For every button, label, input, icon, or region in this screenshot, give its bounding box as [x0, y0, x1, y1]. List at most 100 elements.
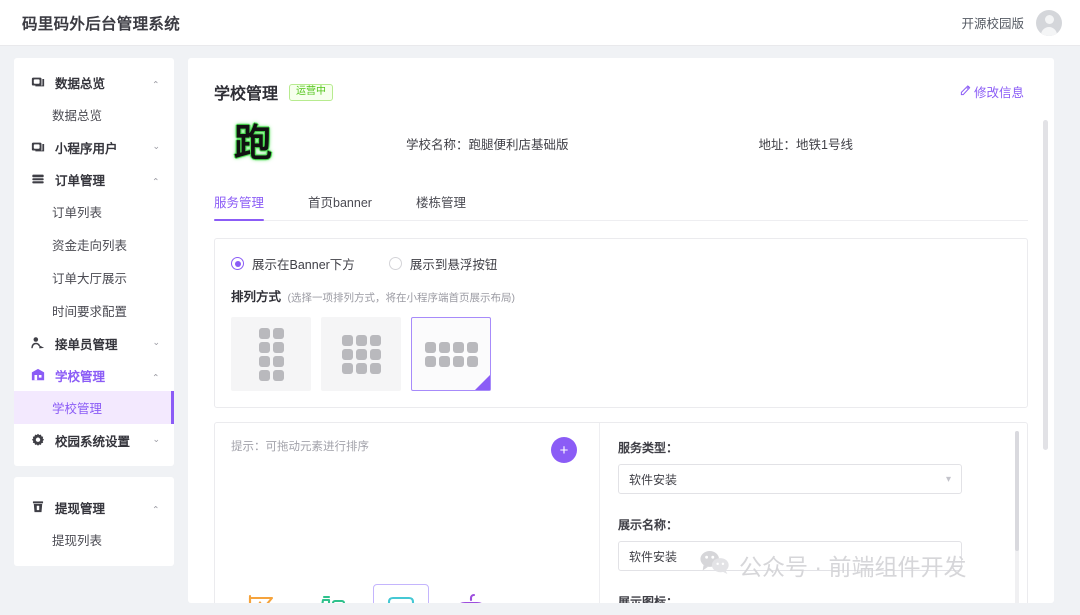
chevron-down-icon: ⌄: [152, 140, 160, 151]
service-form: 服务类型： 软件安装 ▾ 展示名称： 软件安装 展示图标：: [600, 423, 1027, 603]
drag-hint: 提示：可拖动元素进行排序: [231, 441, 369, 453]
flag-star-icon[interactable]: [233, 584, 289, 603]
sidebar-group-label: 学校管理: [55, 369, 106, 384]
display-name-label: 展示名称：: [618, 518, 679, 532]
sidebar-item-订单列表[interactable]: 订单列表: [14, 195, 174, 228]
sidebar-group-label: 订单管理: [55, 173, 106, 188]
page-title-row: 学校管理 运营中: [214, 80, 1028, 104]
sidebar-group: 数据总览 ⌄ 数据总览: [14, 66, 174, 131]
sidebar-group-订单管理[interactable]: 订单管理 ⌄: [14, 163, 174, 195]
layout-preview-grid: [341, 334, 381, 374]
sidebar-item-提现列表[interactable]: 提现列表: [14, 523, 174, 556]
form-scrollbar[interactable]: [1015, 431, 1019, 603]
layout-settings-panel: 展示在Banner下方 展示到悬浮按钮 排列方式 (选择一项排列方式，将在小程序端…: [214, 238, 1028, 408]
sidebar-group-校园系统设置[interactable]: 校园系统设置 ⌄: [14, 424, 174, 456]
radio-indicator: [231, 257, 244, 270]
courier-icon: [30, 336, 45, 351]
edition-label: 开源校园版: [961, 17, 1024, 31]
sidebar-item-资金走向列表[interactable]: 资金走向列表: [14, 228, 174, 261]
sidebar-section-main: 数据总览 ⌄ 数据总览小程序用户 ⌄ 订单管理 ⌄ 订单列表 资金走向列表 订单大厅展示 时间要求…: [14, 58, 174, 466]
service-icon-list: [233, 584, 499, 603]
gear-icon: [30, 433, 45, 448]
chevron-down-icon: ⌄: [152, 336, 160, 347]
chevron-down-icon: ▾: [945, 473, 951, 485]
app-title: 码里码外后台管理系统: [22, 15, 181, 33]
main-content: 学校管理 运营中 修改信息 跑 学校名称：跑腿便利店基础版 地址：地铁1号线 服…: [188, 58, 1054, 603]
edit-info-link[interactable]: 修改信息: [960, 82, 1024, 101]
sidebar-group-label: 小程序用户: [55, 141, 118, 156]
download-box-icon[interactable]: [373, 584, 429, 603]
display-name-value: 软件安装: [629, 549, 678, 564]
layout-preview-grid: [424, 341, 478, 367]
page-title: 学校管理: [214, 86, 279, 103]
display-position-radio-group: 展示在Banner下方 展示到悬浮按钮: [231, 254, 1011, 273]
add-service-button[interactable]: +: [551, 437, 577, 463]
page-scroll-area: 学校管理 运营中 修改信息 跑 学校名称：跑腿便利店基础版 地址：地铁1号线 服…: [188, 58, 1054, 603]
tab-楼栋管理[interactable]: 楼栋管理: [416, 186, 466, 220]
sidebar-group: 小程序用户 ⌄: [14, 131, 174, 163]
sidebar-group: 接单员管理 ⌄: [14, 327, 174, 359]
dashboard-icon: [30, 75, 45, 90]
arrange-mode-hint: (选择一项排列方式，将在小程序端首页展示布局): [287, 292, 516, 304]
sidebar-group-小程序用户[interactable]: 小程序用户 ⌄: [14, 131, 174, 163]
topbar-right-group: 开源校园版: [961, 9, 1062, 36]
sidebar-item-数据总览[interactable]: 数据总览: [14, 98, 174, 131]
sidebar-group-接单员管理[interactable]: 接单员管理 ⌄: [14, 327, 174, 359]
tab-服务管理[interactable]: 服务管理: [214, 186, 265, 221]
chevron-up-icon: ⌄: [152, 175, 160, 186]
tab-首页banner[interactable]: 首页banner: [308, 186, 372, 220]
game-controller-icon[interactable]: [443, 584, 499, 603]
orders-icon: [30, 172, 45, 187]
sidebar-group-label: 校园系统设置: [55, 434, 131, 449]
chevron-up-icon: ⌄: [152, 371, 160, 382]
sidebar-item-订单大厅展示[interactable]: 订单大厅展示: [14, 261, 174, 294]
layout-option-2col[interactable]: [231, 317, 311, 391]
radio-label: 展示到悬浮按钮: [409, 258, 498, 272]
school-logo: 跑: [230, 120, 276, 166]
withdraw-icon: [30, 500, 45, 515]
chevron-up-icon: ⌄: [152, 78, 160, 89]
display-icon-label: 展示图标：: [618, 595, 679, 603]
radio-label: 展示在Banner下方: [252, 258, 355, 272]
arrange-mode-title: 排列方式: [231, 290, 282, 304]
sidebar-group: 学校管理 ⌄ 学校管理: [14, 359, 174, 424]
service-type-select[interactable]: 软件安装 ▾: [618, 464, 962, 494]
sidebar-item-时间要求配置[interactable]: 时间要求配置: [14, 294, 174, 327]
chevron-up-icon: ⌄: [152, 503, 160, 514]
layout-option-4col[interactable]: [411, 317, 491, 391]
service-type-label: 服务类型：: [618, 441, 679, 455]
sidebar-group-label: 提现管理: [55, 501, 106, 516]
radio-indicator: [388, 257, 402, 270]
main-scrollbar[interactable]: [1043, 120, 1048, 603]
sidebar-section-secondary: 提现管理 ⌄ 提现列表: [14, 477, 174, 566]
sidebar-group-提现管理[interactable]: 提现管理 ⌄: [14, 491, 174, 523]
service-drag-area[interactable]: 提示：可拖动元素进行排序 +: [215, 423, 600, 603]
school-info-row: 跑 学校名称：跑腿便利店基础版 地址：地铁1号线: [188, 104, 1054, 174]
sidebar-group-label: 数据总览: [55, 76, 106, 91]
sidebar: 数据总览 ⌄ 数据总览小程序用户 ⌄ 订单管理 ⌄ 订单列表 资金走向列表 订单大厅展示 时间要求…: [14, 58, 174, 566]
service-type-value: 软件安装: [629, 472, 678, 487]
avatar[interactable]: [1036, 9, 1062, 36]
sidebar-group-学校管理[interactable]: 学校管理 ⌄: [14, 359, 174, 391]
sidebar-group: 校园系统设置 ⌄: [14, 424, 174, 456]
school-address: 地址：地铁1号线: [758, 137, 853, 152]
sidebar-group-数据总览[interactable]: 数据总览 ⌄: [14, 66, 174, 98]
scooter-icon[interactable]: [303, 584, 359, 603]
sidebar-item-学校管理[interactable]: 学校管理: [14, 391, 174, 424]
service-editor-panel: 提示：可拖动元素进行排序 + 服务类型： 软件安装 ▾ 展示名称： 软件安装 展…: [214, 422, 1028, 603]
layout-preview-grid: [258, 327, 284, 381]
sidebar-group-label: 接单员管理: [55, 337, 118, 352]
tab-bar: 服务管理 首页banner 楼栋管理: [214, 186, 1028, 221]
display-name-input[interactable]: 软件安装: [618, 541, 962, 571]
radio-展示到悬浮按钮[interactable]: 展示到悬浮按钮: [388, 254, 498, 273]
school-icon: [30, 368, 45, 383]
layout-option-cards: [231, 317, 1011, 391]
dashboard-icon: [30, 140, 45, 155]
sidebar-group: 订单管理 ⌄ 订单列表 资金走向列表 订单大厅展示 时间要求配置: [14, 163, 174, 327]
school-name: 学校名称：跑腿便利店基础版: [406, 137, 569, 152]
radio-展示在Banner下方[interactable]: 展示在Banner下方: [231, 254, 355, 273]
page-header: 学校管理 运营中 修改信息: [188, 58, 1054, 104]
layout-option-3col[interactable]: [321, 317, 401, 391]
status-badge: 运营中: [289, 83, 334, 101]
chevron-down-icon: ⌄: [152, 433, 160, 444]
